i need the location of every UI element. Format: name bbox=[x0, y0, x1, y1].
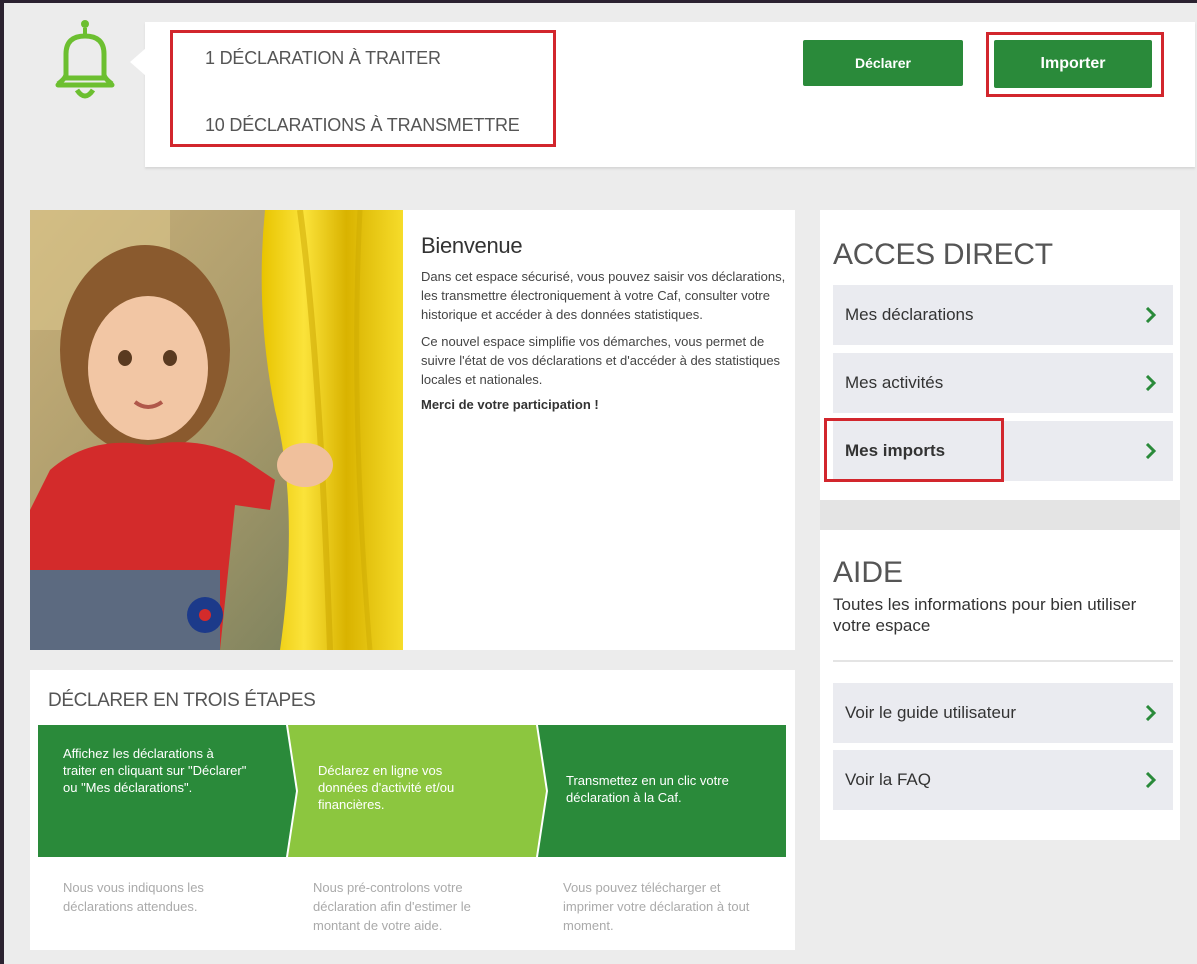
acces-item-label: Mes déclarations bbox=[845, 305, 974, 324]
aide-item-label: Voir le guide utilisateur bbox=[845, 703, 1017, 722]
aide-item-label: Voir la FAQ bbox=[845, 770, 931, 789]
acces-direct-title: ACCES DIRECT bbox=[833, 238, 1053, 271]
mes-imports-highlight bbox=[824, 418, 1004, 482]
acces-item-label: Mes activités bbox=[845, 373, 944, 392]
chevron-right-icon bbox=[1145, 307, 1157, 323]
step-3-desc: Vous pouvez télécharger et imprimer votr… bbox=[563, 880, 750, 933]
notification-to-process[interactable]: 1 DÉCLARATION À TRAITER bbox=[205, 48, 441, 69]
chevron-right-icon bbox=[1145, 375, 1157, 391]
separator-band bbox=[820, 500, 1180, 530]
importer-button[interactable]: Importer bbox=[994, 40, 1152, 88]
aide-subtitle: Toutes les informations pour bien utilis… bbox=[833, 595, 1137, 635]
aide-title: AIDE bbox=[833, 556, 904, 589]
step-1-desc: Nous vous indiquons les déclarations att… bbox=[63, 880, 204, 914]
chevron-right-icon bbox=[1145, 443, 1157, 459]
step-1-text: Affichez les déclarations à traiter en c… bbox=[63, 746, 247, 795]
step-2-text: Déclarez en ligne vos données d'activité… bbox=[318, 763, 455, 812]
step-2-desc: Nous pré-controlons votre déclaration af… bbox=[313, 880, 471, 933]
acces-item-mes-declarations[interactable]: Mes déclarations bbox=[833, 285, 1173, 345]
declarer-button[interactable]: Déclarer bbox=[803, 40, 963, 86]
acces-item-mes-activites[interactable]: Mes activités bbox=[833, 353, 1173, 413]
welcome-thanks: Merci de votre participation ! bbox=[421, 397, 599, 412]
chevron-right-icon bbox=[1145, 705, 1157, 721]
welcome-title: Bienvenue bbox=[421, 233, 523, 258]
notification-to-transmit[interactable]: 10 DÉCLARATIONS À TRANSMETTRE bbox=[205, 115, 520, 136]
aide-item-faq[interactable]: Voir la FAQ bbox=[833, 750, 1173, 810]
welcome-text: Bienvenue Dans cet espace sécurisé, vous… bbox=[421, 233, 791, 412]
welcome-photo bbox=[30, 210, 403, 650]
welcome-paragraph-2: Ce nouvel espace simplifie vos démarches… bbox=[421, 334, 781, 387]
bell-icon bbox=[50, 16, 120, 106]
aide-item-guide[interactable]: Voir le guide utilisateur bbox=[833, 683, 1173, 743]
notification-pointer bbox=[130, 48, 146, 76]
aide-divider bbox=[833, 660, 1173, 662]
step-3-text: Transmettez en un clic votre déclaration… bbox=[566, 773, 729, 805]
welcome-paragraph-1: Dans cet espace sécurisé, vous pouvez sa… bbox=[421, 269, 786, 322]
steps-title: DÉCLARER EN TROIS ÉTAPES bbox=[48, 690, 316, 711]
chevron-right-icon bbox=[1145, 772, 1157, 788]
